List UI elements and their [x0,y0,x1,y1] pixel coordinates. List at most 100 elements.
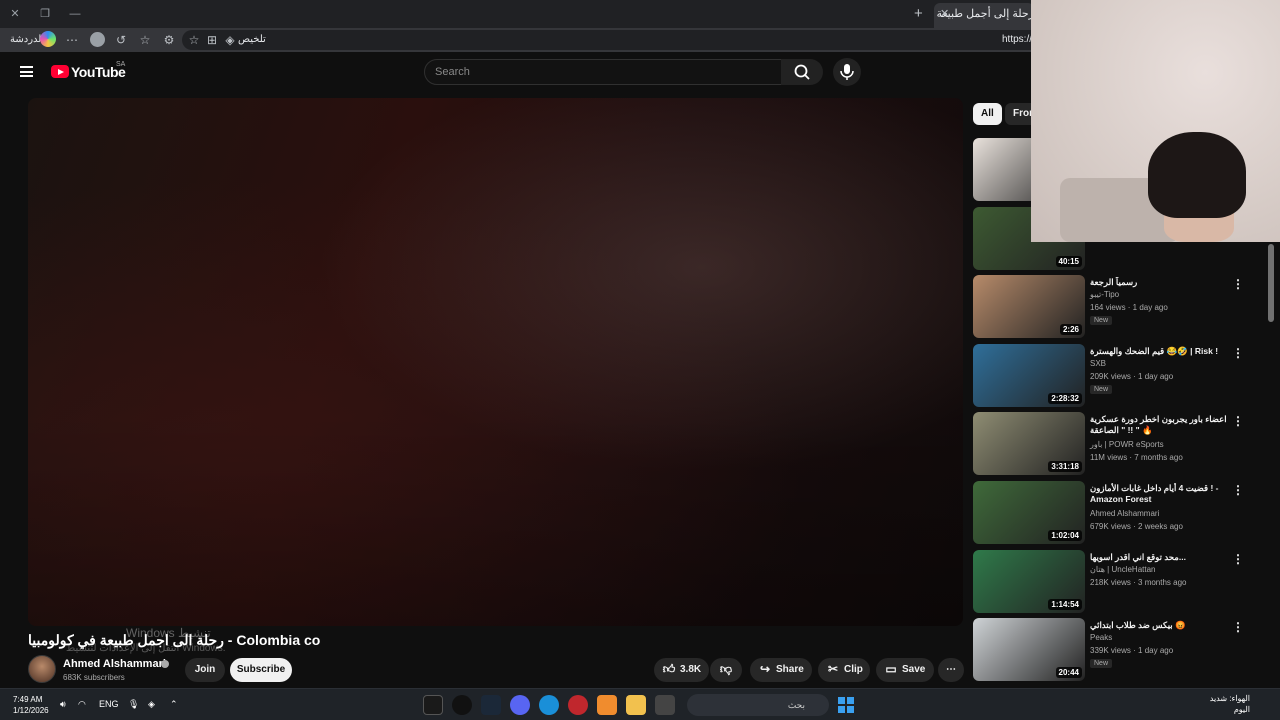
clip-label: Clip [844,664,863,675]
search-button[interactable] [781,59,823,85]
recommendation-channel[interactable]: تيبو-Tipo [1090,290,1119,299]
address-bar[interactable] [182,30,1042,50]
chip-all[interactable]: All [973,103,1002,125]
recommendation-title[interactable]: محد توقع اني اقدر اسويها... [1090,552,1230,563]
summarize-icon[interactable]: ◈ [222,32,238,48]
save-button[interactable]: ▭ Save [876,658,934,682]
recommendation-title[interactable]: رسمياً الرجعة [1090,277,1230,288]
voice-search-button[interactable] [833,58,861,86]
more-options-icon[interactable]: ⋯ [64,32,80,48]
edge-icon[interactable] [539,695,559,715]
youtube-logo-icon[interactable] [51,65,69,78]
file-explorer-icon[interactable] [626,695,646,715]
more-actions-button[interactable]: ⋯ [938,658,964,682]
weather-sub: اليوم [1233,705,1250,714]
summarize-label[interactable]: تلخيص [238,30,266,50]
recommendation-item[interactable]: 3:31:18 اعضاء باور يجربون اخطر دورة عسكري… [973,412,1263,476]
more-options-icon[interactable]: ⋮ [1232,414,1244,428]
language-indicator[interactable]: ENG [99,699,119,709]
steam-icon[interactable] [481,695,501,715]
channel-name[interactable]: Ahmed Alshammari [63,658,166,670]
video-frame [28,98,963,626]
wifi-icon[interactable]: ◠ [78,699,86,710]
clip-button[interactable]: ✂ Clip [818,658,870,682]
more-options-icon[interactable]: ⋮ [1232,552,1244,566]
recommendation-channel[interactable]: Peaks [1090,633,1112,642]
activation-watermark-sub: انتقل إلى الإعدادات لتنشيط Windows. [66,643,226,654]
more-icon: ⋯ [946,664,956,675]
share-button[interactable]: ↪ Share [750,658,812,682]
security-icon[interactable]: ◈ [148,699,155,710]
weather-widget[interactable]: الهواء: شديد اليوم [1190,693,1250,715]
like-button[interactable]: 👍︎ 3.8K [654,658,709,682]
sidebar-scrollbar[interactable] [1268,244,1274,322]
url-text[interactable]: https:// [1002,30,1032,50]
recommendation-thumbnail[interactable]: 2:28:32 [973,344,1085,407]
recommendation-channel[interactable]: SXB [1090,359,1106,368]
app-icon-red[interactable] [568,695,588,715]
chat-label: الدردشة [10,34,45,45]
like-count: 3.8K [680,664,702,675]
subscribe-button[interactable]: Subscribe [230,658,292,682]
recommendation-channel[interactable]: هتان | UncleHattan [1090,565,1156,574]
recommendation-channel[interactable]: باور | POWR eSports [1090,440,1164,449]
duration-badge: 3:31:18 [1048,461,1082,472]
search-input[interactable]: Search [424,59,782,85]
duration-badge: 40:15 [1055,256,1082,267]
favorites-icon[interactable]: ☆ [137,32,153,48]
recommendation-item[interactable]: 2:28:32 قيم الضحك والهسترة 😂🤣 | Risk ! SXB… [973,344,1263,408]
recommendation-item[interactable]: 1:14:54 محد توقع اني اقدر اسويها... هتان |… [973,550,1263,614]
show-hidden-icons[interactable]: ⌃ [170,699,178,710]
more-options-icon[interactable]: ⋮ [1232,277,1244,291]
epic-games-icon[interactable] [423,695,443,715]
volume-icon[interactable]: 🔊︎ [60,699,66,710]
taskbar-search[interactable]: بحث [687,694,829,716]
scissors-icon: ✂ [827,662,839,677]
close-window-icon[interactable]: ✕ [7,6,23,22]
collections-icon[interactable]: ⊞ [204,32,220,48]
menu-icon[interactable] [20,66,33,77]
minimize-window-icon[interactable]: — [67,6,83,22]
thumbs-down-icon: 👎︎ [719,662,733,677]
recommendation-item[interactable]: 1:02:04 قضيت 4 أيام داخل غابات الأمازون !… [973,481,1263,545]
chat-button[interactable]: الدردشة [4,30,68,50]
history-icon[interactable]: ↺ [113,32,129,48]
join-button[interactable]: Join [185,658,225,682]
more-options-icon[interactable]: ⋮ [1232,620,1244,634]
close-tab-icon[interactable]: ✕ [940,7,949,20]
recommendation-title[interactable]: اعضاء باور يجربون اخطر دورة عسكرية !! " … [1090,414,1230,436]
save-icon: ▭ [885,662,897,677]
recommendation-thumbnail[interactable]: 1:14:54 [973,550,1085,613]
recommendation-title[interactable]: بيكس ضد طلاب ابتدائي 😡 [1090,620,1230,631]
clock[interactable]: 7:49 AM 1/12/2026 [13,694,49,716]
recommendation-item[interactable]: 20:44 بيكس ضد طلاب ابتدائي 😡 Peaks 339K vie… [973,618,1263,682]
video-player[interactable] [28,98,963,626]
recommendation-thumbnail[interactable]: 20:44 [973,618,1085,681]
duration-badge: 1:02:04 [1048,530,1082,541]
app-icon-gray[interactable] [655,695,675,715]
obs-icon[interactable] [452,695,472,715]
start-icon[interactable] [838,697,854,713]
recommendation-item[interactable]: 2:26 رسمياً الرجعة تيبو-Tipo 164 views · 1 … [973,275,1263,339]
more-options-icon[interactable]: ⋮ [1232,483,1244,497]
duration-badge: 2:26 [1059,324,1082,335]
recommendation-title[interactable]: قيم الضحك والهسترة 😂🤣 | Risk ! [1090,346,1230,357]
recommendation-thumbnail[interactable]: 3:31:18 [973,412,1085,475]
channel-avatar[interactable] [28,655,56,683]
restore-window-icon[interactable]: ❐ [37,6,53,22]
profile-icon[interactable] [90,32,105,47]
discord-icon[interactable] [510,695,530,715]
recommendation-thumbnail[interactable]: 2:26 [973,275,1085,338]
new-tab-button[interactable]: + [914,5,923,22]
recommendation-channel[interactable]: Ahmed Alshammari [1090,509,1159,518]
copilot-icon[interactable] [40,31,56,47]
add-favorite-icon[interactable]: ☆ [186,32,202,48]
recommendation-thumbnail[interactable]: 1:02:04 [973,481,1085,544]
dislike-button[interactable]: 👎︎ [710,658,742,682]
microphone-icon [840,64,854,80]
mic-tray-icon[interactable]: 🎙︎ [128,699,139,710]
app-icon-orange[interactable] [597,695,617,715]
more-options-icon[interactable]: ⋮ [1232,346,1244,360]
extensions-icon[interactable]: ⚙ [161,32,177,48]
recommendation-title[interactable]: قضيت 4 أيام داخل غابات الأمازون ! - Amaz… [1090,483,1230,505]
